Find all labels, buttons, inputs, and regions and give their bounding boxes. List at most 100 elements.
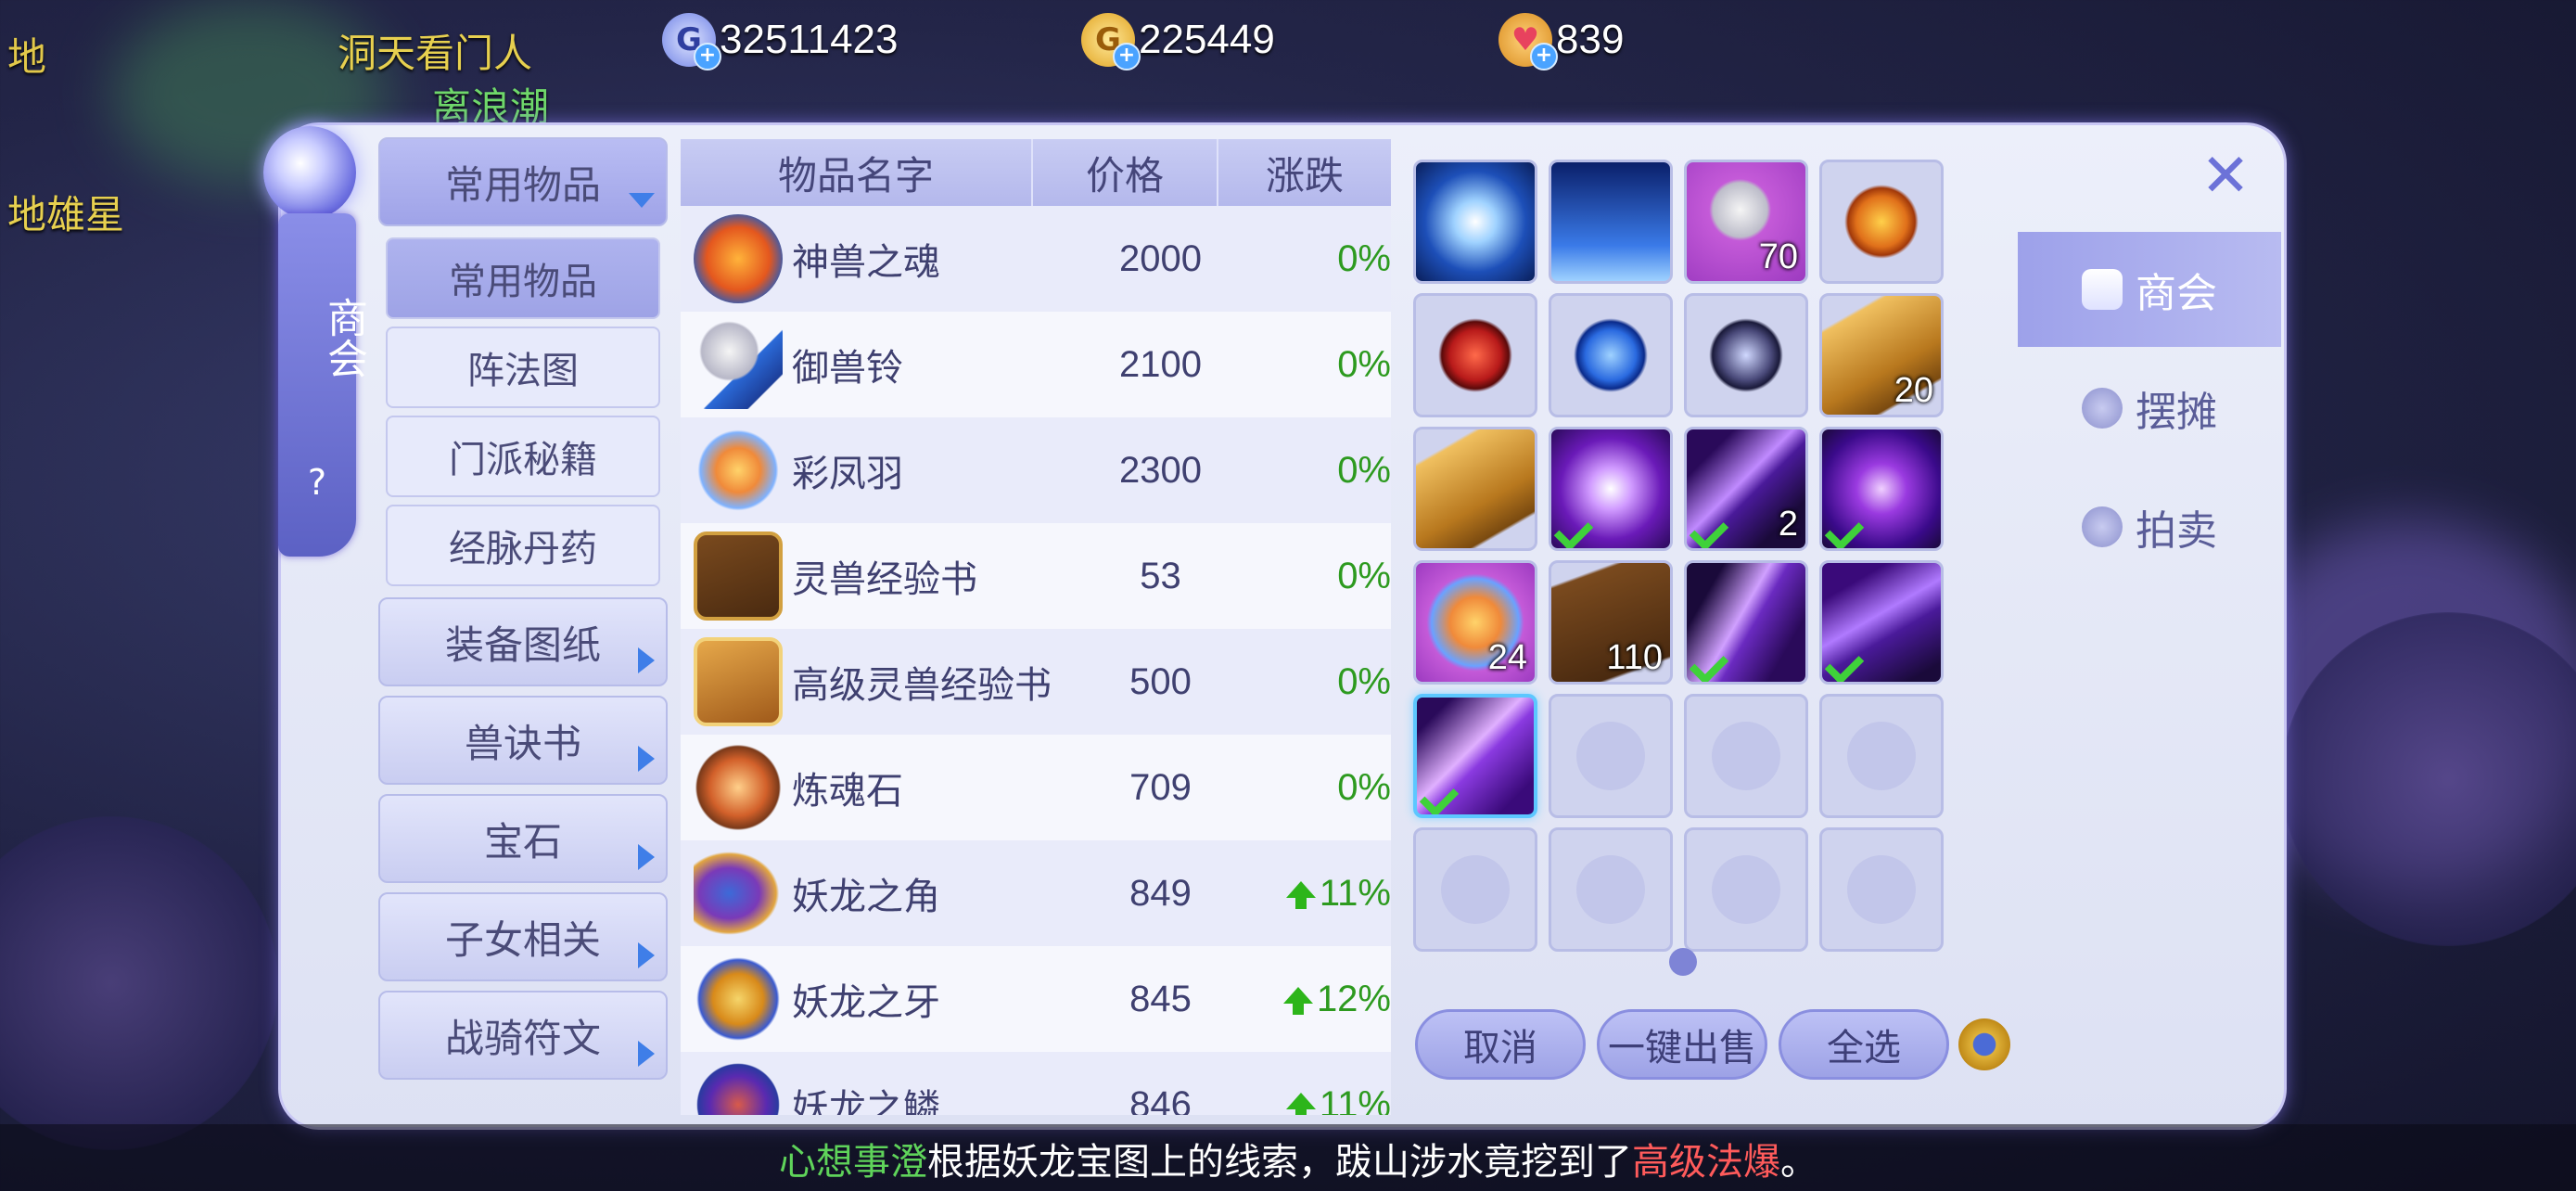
- subcategory-item[interactable]: 门派秘籍: [386, 416, 660, 497]
- inventory-slot[interactable]: [1413, 694, 1537, 818]
- dragon-horn-icon: [694, 849, 783, 938]
- item-price-table: 物品名字 价格 涨跌 神兽之魂 2000 0% 御兽铃 2100 0% 彩凤羽 …: [681, 139, 1391, 1115]
- item-change: 0%: [1337, 343, 1391, 385]
- feather-icon: [694, 426, 783, 515]
- gear-icon[interactable]: [1958, 1018, 2010, 1070]
- gold-book-icon: [694, 637, 783, 726]
- inventory-slot-empty[interactable]: [1819, 694, 1944, 818]
- nav-tab-stall[interactable]: 摆摊: [2018, 351, 2281, 466]
- category-group[interactable]: 战骑符文: [378, 991, 668, 1080]
- table-row[interactable]: 灵兽经验书 53 0%: [681, 523, 1391, 629]
- category-group[interactable]: 子女相关: [378, 892, 668, 981]
- subcategory-item[interactable]: 经脉丹药: [386, 505, 660, 586]
- inventory-slot[interactable]: [1819, 427, 1944, 551]
- add-icon[interactable]: +: [694, 43, 721, 70]
- item-price: 2100: [1119, 343, 1203, 385]
- category-label: 装备图纸: [444, 621, 601, 668]
- inventory-slot-empty[interactable]: [1684, 694, 1808, 818]
- category-label: 宝石: [483, 818, 562, 864]
- subcategory-item[interactable]: 常用物品: [386, 237, 660, 319]
- check-icon: [1824, 645, 1865, 682]
- inventory-slot[interactable]: [1549, 293, 1673, 417]
- item-change: 11%: [1253, 873, 1391, 915]
- item-name: 御兽铃: [792, 347, 903, 390]
- inventory-slot[interactable]: [1413, 160, 1537, 284]
- category-group[interactable]: 装备图纸: [378, 597, 668, 686]
- silver-currency[interactable]: G + 32511423: [662, 11, 899, 70]
- side-tab[interactable]: 商会 ?: [278, 213, 367, 557]
- nav-tab-guild-shop[interactable]: 商会: [2018, 232, 2281, 347]
- gold-currency[interactable]: G + 225449: [1081, 11, 1275, 70]
- help-icon[interactable]: ?: [299, 462, 336, 503]
- player-name[interactable]: 心想事澄: [779, 1141, 927, 1184]
- sell-all-button[interactable]: 一键出售: [1597, 1009, 1767, 1080]
- category-label: 战骑符文: [444, 1015, 601, 1061]
- inventory-slot[interactable]: 110: [1549, 560, 1673, 685]
- item-link[interactable]: 高级法爆: [1632, 1141, 1780, 1184]
- inventory-slot[interactable]: 70: [1684, 160, 1808, 284]
- item-change: 0%: [1337, 660, 1391, 702]
- item-count: 70: [1758, 237, 1798, 276]
- chevron-right-icon: [638, 647, 655, 673]
- add-icon[interactable]: +: [1113, 43, 1141, 70]
- heart-currency[interactable]: ♥ + 839: [1498, 11, 1624, 70]
- inventory-slot[interactable]: [1684, 293, 1808, 417]
- inventory-slot-empty[interactable]: [1413, 827, 1537, 952]
- npc-name[interactable]: 地雄星: [7, 184, 124, 240]
- item-change: 0%: [1337, 555, 1391, 596]
- table-row[interactable]: 妖龙之角 849 11%: [681, 840, 1391, 946]
- table-row[interactable]: 妖龙之牙 845 12%: [681, 946, 1391, 1052]
- heart-icon: ♥ +: [1498, 13, 1558, 70]
- inventory-slot[interactable]: 20: [1819, 293, 1944, 417]
- chevron-right-icon: [638, 746, 655, 772]
- gold-amount: 225449: [1139, 17, 1275, 62]
- add-icon[interactable]: +: [1530, 43, 1558, 70]
- inventory-slot[interactable]: [1819, 160, 1944, 284]
- item-name: 妖龙之牙: [792, 981, 940, 1024]
- inventory-slot-empty[interactable]: [1819, 827, 1944, 952]
- message-text: 根据妖龙宝图上的线索，跋山涉水竟挖到了: [927, 1141, 1632, 1184]
- npc-name[interactable]: 地: [7, 26, 46, 83]
- table-row[interactable]: 彩凤羽 2300 0%: [681, 417, 1391, 523]
- npc-name[interactable]: 洞天看门人: [338, 22, 532, 79]
- nav-label: 摆摊: [2136, 389, 2217, 436]
- inventory-slot-empty[interactable]: [1549, 694, 1673, 818]
- item-count: 2: [1778, 505, 1798, 544]
- table-row[interactable]: 高级灵兽经验书 500 0%: [681, 629, 1391, 735]
- category-main[interactable]: 常用物品: [378, 137, 668, 226]
- item-count: 24: [1487, 638, 1527, 677]
- inventory-slot[interactable]: [1413, 427, 1537, 551]
- table-row[interactable]: 神兽之魂 2000 0%: [681, 206, 1391, 312]
- inventory-slot[interactable]: [1549, 427, 1673, 551]
- page-indicator[interactable]: [1669, 948, 1697, 976]
- arrow-up-icon: [1282, 987, 1313, 1015]
- item-price: 500: [1129, 660, 1192, 702]
- cancel-button[interactable]: 取消: [1415, 1009, 1586, 1080]
- check-icon: [1419, 777, 1460, 814]
- category-group[interactable]: 兽诀书: [378, 696, 668, 785]
- inventory-slot[interactable]: [1684, 560, 1808, 685]
- close-icon[interactable]: ✕: [2198, 147, 2253, 206]
- inventory-slot[interactable]: [1819, 560, 1944, 685]
- panel-orb-icon: [263, 126, 356, 219]
- nav-tab-auction[interactable]: 拍卖: [2018, 469, 2281, 584]
- table-row[interactable]: 御兽铃 2100 0%: [681, 312, 1391, 417]
- inventory-slot-empty[interactable]: [1684, 827, 1808, 952]
- table-row[interactable]: 妖龙之鳞 846 11%: [681, 1052, 1391, 1115]
- silver-coin-icon: G +: [662, 13, 721, 70]
- inventory-slot-empty[interactable]: [1549, 827, 1673, 952]
- inventory-slot[interactable]: 2: [1684, 427, 1808, 551]
- table-row[interactable]: 炼魂石 709 0%: [681, 735, 1391, 840]
- item-name: 彩凤羽: [792, 453, 903, 495]
- system-message: 心想事澄根据妖龙宝图上的线索，跋山涉水竟挖到了高级法爆。: [779, 1132, 1817, 1185]
- item-change-value: 11%: [1319, 1083, 1391, 1116]
- chevron-right-icon: [638, 942, 655, 968]
- inventory-slot[interactable]: 24: [1413, 560, 1537, 685]
- inventory-slot[interactable]: [1413, 293, 1537, 417]
- item-change-value: 11%: [1319, 872, 1391, 914]
- inventory-slot[interactable]: [1549, 160, 1673, 284]
- category-group[interactable]: 宝石: [378, 794, 668, 883]
- subcategory-item[interactable]: 阵法图: [386, 327, 660, 408]
- select-all-button[interactable]: 全选: [1779, 1009, 1949, 1080]
- arrow-up-icon: [1285, 881, 1316, 909]
